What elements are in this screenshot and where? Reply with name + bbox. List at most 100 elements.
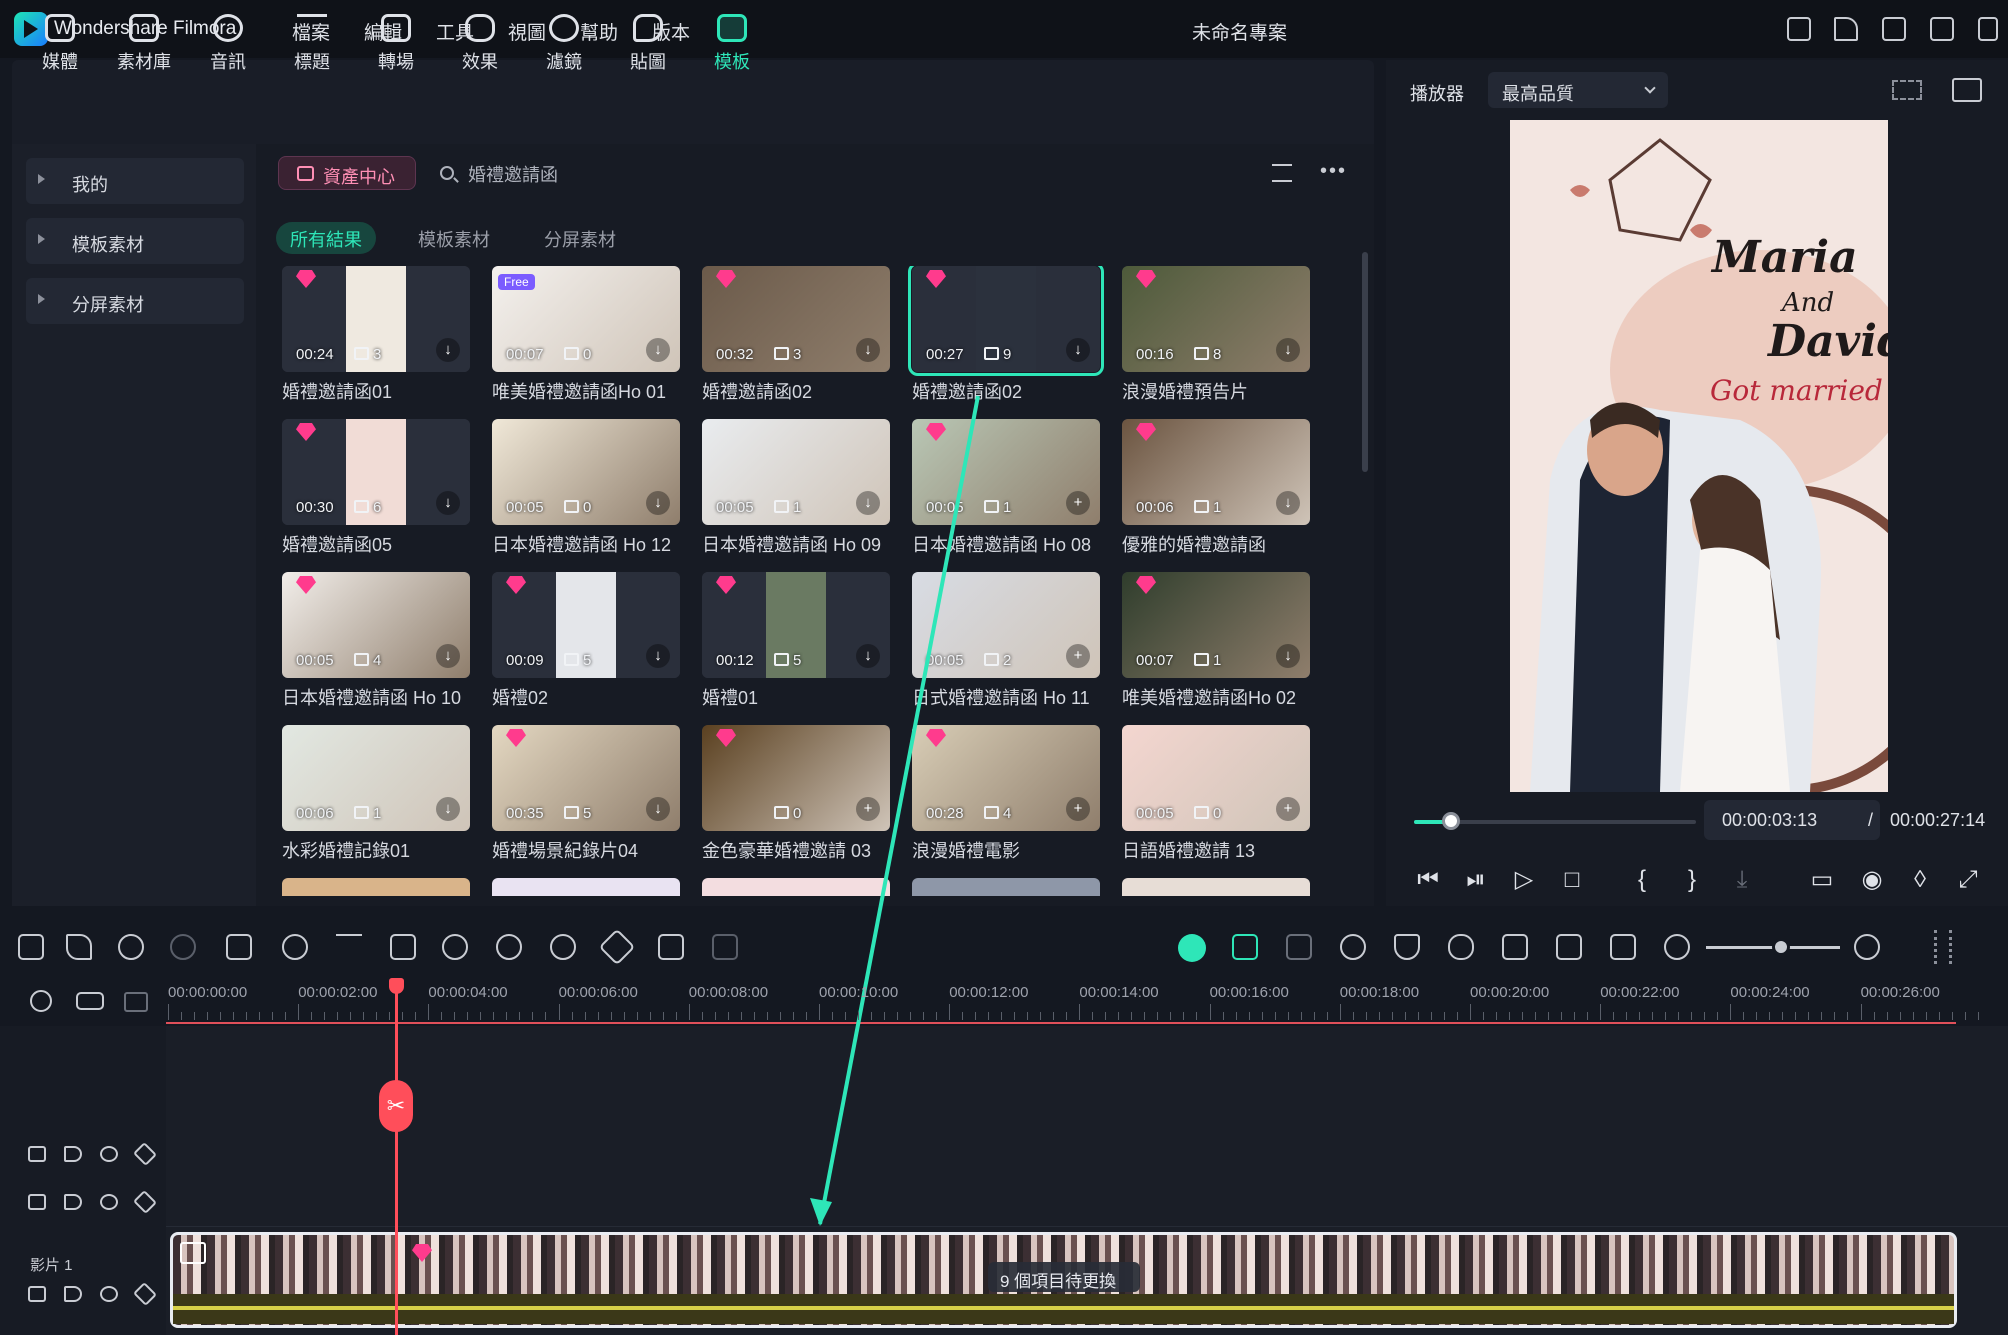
ruler-tick	[1743, 1012, 1745, 1020]
ruler-tick	[1951, 1012, 1953, 1020]
ruler-tick	[701, 1012, 703, 1020]
ruler-tick	[207, 1012, 208, 1020]
ruler-tick	[766, 1012, 768, 1020]
ruler-tick	[975, 1012, 977, 1020]
ruler-tick	[949, 1004, 951, 1020]
ruler-tick	[1873, 1012, 1875, 1020]
ruler-tick	[1600, 1004, 1602, 1020]
ruler-tick	[1509, 1012, 1510, 1020]
ruler-tick	[1795, 1012, 1797, 1020]
drag-arrow-overlay	[810, 395, 980, 1226]
ruler-tick	[1860, 1004, 1862, 1020]
ruler-tick	[246, 1012, 247, 1020]
ruler-tick	[337, 1012, 339, 1020]
ruler-tick	[363, 1012, 365, 1020]
ruler-tick	[584, 1012, 586, 1020]
ruler-tick	[454, 1012, 456, 1020]
ruler-tick	[1808, 1012, 1810, 1020]
ruler-tick	[402, 1012, 404, 1020]
ruler-tick	[740, 1012, 742, 1020]
ruler-tick	[493, 1012, 495, 1020]
ruler-tick	[1626, 1012, 1628, 1020]
ruler-tick	[1001, 1012, 1003, 1020]
ruler-tick	[1964, 1012, 1966, 1020]
ruler-tick	[1144, 1012, 1146, 1020]
ruler-tick	[1014, 1012, 1016, 1020]
ruler-tick	[1404, 1012, 1406, 1020]
ruler-tick	[662, 1012, 664, 1020]
ruler-tick	[1834, 1012, 1836, 1020]
ruler-tick	[1105, 1012, 1107, 1020]
ruler-tick	[1196, 1012, 1198, 1020]
ruler-tick	[1704, 1012, 1706, 1020]
ruler-tick	[311, 1012, 313, 1020]
ruler-tick	[1522, 1012, 1523, 1020]
ruler-tick-label: 00:00:26:00	[1860, 984, 1940, 1001]
ruler-tick	[1821, 1012, 1823, 1020]
ruler-tick	[1157, 1012, 1159, 1020]
ruler-tick	[259, 1012, 260, 1020]
ruler-tick	[467, 1012, 469, 1020]
ruler-tick	[1717, 1012, 1719, 1020]
ruler-tick	[597, 1012, 599, 1020]
ruler-tick	[168, 1004, 169, 1020]
ruler-tick	[1053, 1012, 1055, 1020]
ruler-tick	[871, 1012, 872, 1020]
ruler-tick	[1912, 1012, 1914, 1020]
ruler-tick	[1535, 1012, 1536, 1020]
ruler-tick	[1027, 1012, 1029, 1020]
ruler-tick	[1352, 1012, 1354, 1020]
ruler-tick	[1222, 1012, 1224, 1020]
ruler-tick	[1938, 1012, 1940, 1020]
ruler-tick	[884, 1012, 885, 1020]
ruler-tick	[1756, 1012, 1758, 1020]
ruler-tick	[558, 1004, 560, 1020]
ruler-tick	[1470, 1004, 1471, 1020]
ruler-tick-label: 00:00:18:00	[1339, 984, 1420, 1001]
ruler-tick-label: 00:00:24:00	[1730, 984, 1810, 1001]
ruler-tick	[1443, 1012, 1445, 1020]
ruler-tick	[1886, 1012, 1888, 1020]
ruler-tick	[1183, 1012, 1185, 1020]
ruler-tick	[181, 1012, 182, 1020]
ruler-tick	[233, 1012, 234, 1020]
ruler-tick-label: 00:00:16:00	[1209, 984, 1289, 1001]
ruler-tick	[1378, 1012, 1380, 1020]
ruler-tick-label: 00:00:14:00	[1079, 984, 1159, 1001]
ruler-tick	[1365, 1012, 1367, 1020]
ruler-tick	[1170, 1012, 1172, 1020]
ruler-tick	[832, 1012, 833, 1020]
ruler-tick	[1665, 1012, 1667, 1020]
ruler-tick	[1261, 1012, 1263, 1020]
ruler-tick	[1782, 1012, 1784, 1020]
ruler-tick	[519, 1012, 521, 1020]
ruler-tick	[649, 1012, 651, 1020]
ruler-tick	[792, 1012, 794, 1020]
ruler-tick-label: 00:00:04:00	[428, 984, 508, 1001]
ruler-tick	[194, 1012, 195, 1020]
ruler-tick	[1209, 1004, 1211, 1020]
ruler-tick-label: 00:00:12:00	[949, 984, 1029, 1001]
ruler-tick	[858, 1012, 859, 1020]
ruler-tick	[1678, 1012, 1680, 1020]
ruler-tick	[350, 1012, 352, 1020]
ruler-tick	[415, 1012, 417, 1020]
ruler-tick	[1287, 1012, 1289, 1020]
ruler-tick	[623, 1012, 625, 1020]
ruler-tick	[1066, 1012, 1068, 1020]
ruler-tick	[1483, 1012, 1484, 1020]
ruler-tick	[1313, 1012, 1315, 1020]
ruler-tick	[298, 1004, 300, 1020]
ruler-tick	[480, 1012, 482, 1020]
ruler-tick	[962, 1012, 964, 1020]
ruler-tick	[389, 1012, 391, 1020]
ruler-tick	[675, 1012, 677, 1020]
ruler-tick	[1300, 1012, 1302, 1020]
ruler-tick	[1769, 1012, 1771, 1020]
ruler-tick	[441, 1012, 443, 1020]
ruler-tick	[1925, 1012, 1927, 1020]
ruler-tick	[1326, 1012, 1328, 1020]
ruler-tick	[1430, 1012, 1432, 1020]
ruler-tick-label: 00:00:08:00	[688, 984, 769, 1001]
ruler-tick	[1574, 1012, 1575, 1020]
